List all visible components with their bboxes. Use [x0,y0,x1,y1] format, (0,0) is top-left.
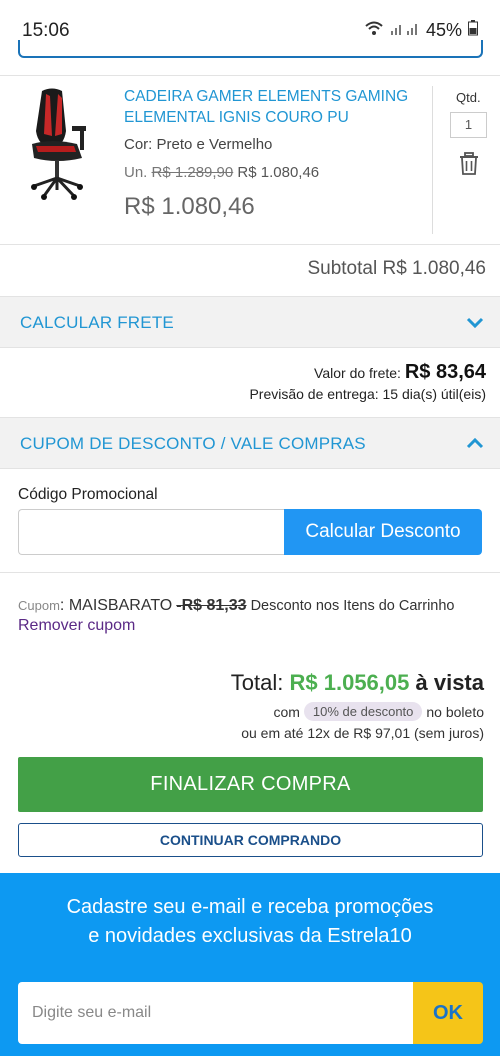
total-value: R$ 1.056,05 [289,670,410,695]
divider [0,244,500,245]
wifi-icon [364,20,384,41]
promo-code-label: Código Promocional [18,486,158,503]
newsletter-line-2: e novidades exclusivas da Estrela10 [88,925,412,947]
applied-coupon-code: : MAISBARATO [59,597,173,614]
frete-section-header[interactable]: CALCULAR FRETE [0,296,500,348]
finalize-purchase-button[interactable]: FINALIZAR COMPRA [18,757,483,812]
cart-item: CADEIRA GAMER ELEMENTS GAMING ELEMENTAL … [0,76,500,244]
applied-coupon: Cupom: MAISBARATO -R$ 81,33 Desconto nos… [18,596,480,636]
discount-badge: 10% de desconto [303,702,423,721]
subtotal: Subtotal R$ 1.080,46 [307,258,486,279]
total-suffix: à vista [415,670,485,695]
cupom-section-label: CUPOM DE DESCONTO / VALE COMPRAS [20,434,366,453]
divider [0,572,500,573]
product-price: R$ 1.080,46 [124,193,255,220]
frete-section-label: CALCULAR FRETE [20,313,174,332]
frete-value-label: Valor do frete: [314,365,401,381]
signal-icon [390,20,420,41]
boleto-prefix: com [273,703,300,720]
remove-coupon-link[interactable]: Remover cupom [18,617,135,634]
email-placeholder: Digite seu e-mail [32,1004,152,1021]
delivery-forecast: Previsão de entrega: 15 dia(s) útil(eis) [249,386,486,402]
product-image[interactable] [22,86,102,201]
status-icons: 45% [364,20,478,41]
cupom-section-header[interactable]: CUPOM DE DESCONTO / VALE COMPRAS [0,417,500,469]
unit-new-price: R$ 1.080,46 [237,164,320,181]
unit-prefix: Un. [124,164,148,181]
newsletter-line-1: Cadastre seu e-mail e receba promoções [66,896,434,918]
battery-level: 45% [425,20,462,40]
applied-coupon-desc: Desconto nos Itens do Carrinho [250,598,455,614]
order-total: Total: R$ 1.056,05 à vista [231,670,484,696]
trash-icon[interactable] [458,152,480,176]
product-color: Cor: Preto e Vermelho [124,136,273,153]
frete-value: R$ 83,64 [404,361,486,383]
battery-icon [468,20,478,41]
newsletter-ok-button[interactable]: OK [413,982,483,1044]
installments-info: ou em até 12x de R$ 97,01 (sem juros) [241,725,484,741]
status-time: 15:06 [22,20,70,41]
applied-coupon-label: Cupom [18,598,60,613]
frete-value-line: Valor do frete: R$ 83,64 [314,361,486,384]
continue-shopping-button[interactable]: CONTINUAR COMPRANDO [18,823,483,857]
quantity-label: Qtd. [456,90,481,105]
quantity-input[interactable]: 1 [450,112,487,138]
unit-old-price: R$ 1.289,90 [151,164,234,181]
boleto-suffix: no boleto [426,703,484,720]
newsletter-email-input[interactable]: Digite seu e-mail [18,982,414,1044]
previous-section-frame [18,40,483,58]
product-unit-price: Un. R$ 1.289,90 R$ 1.080,46 [124,164,319,181]
newsletter-text: Cadastre seu e-mail e receba promoções e… [0,893,500,951]
total-label: Total: [230,670,284,695]
divider [432,86,433,234]
newsletter-section: Cadastre seu e-mail e receba promoções e… [0,873,500,1056]
promo-code-input[interactable] [18,509,285,555]
product-name-link[interactable]: CADEIRA GAMER ELEMENTS GAMING ELEMENTAL … [124,86,419,128]
applied-coupon-discount: -R$ 81,33 [176,597,247,614]
status-bar: 15:06 45% [0,0,500,62]
boleto-info: com 10% de desconto no boleto [273,702,484,721]
calculate-discount-button[interactable]: Calcular Desconto [284,509,482,555]
